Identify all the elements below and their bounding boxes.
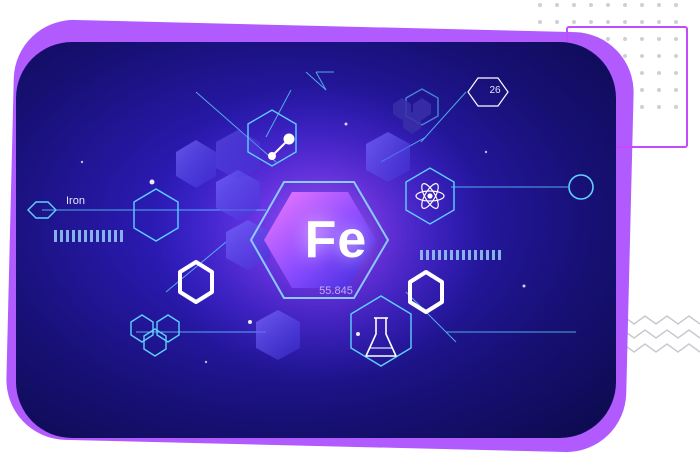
atomic-number: 26 — [489, 85, 501, 96]
science-card: Fe 55.845 Iron 26 — [16, 42, 616, 438]
illustration: Fe 55.845 Iron 26 — [0, 0, 700, 460]
element-name: Iron — [66, 195, 85, 207]
atomic-mass: 55.845 — [319, 285, 353, 297]
ring-right — [568, 174, 594, 200]
element-symbol: Fe — [304, 211, 368, 269]
